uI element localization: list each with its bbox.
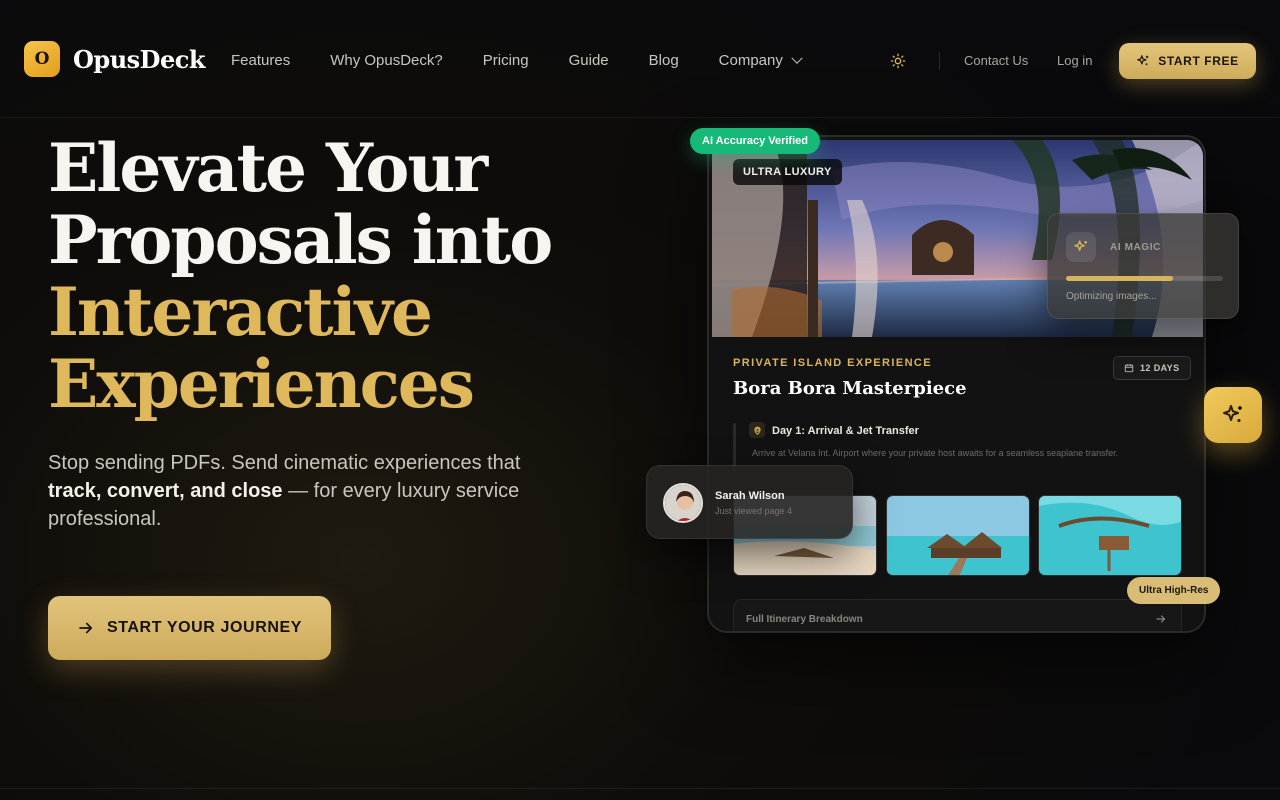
sparkle-icon xyxy=(1223,405,1242,422)
gallery-thumb-bungalow[interactable] xyxy=(886,495,1030,576)
location-pin-icon xyxy=(753,426,761,435)
viewer-status: Just viewed page 4 xyxy=(715,506,793,516)
nav-pricing-label: Pricing xyxy=(482,52,529,69)
day-title: Day 1: Arrival & Jet Transfer xyxy=(772,425,919,437)
site-header: O OpusDeck Features Why OpusDeck? Pricin… xyxy=(0,0,1280,118)
ultra-high-res-badge: Ultra High-Res xyxy=(1127,577,1221,604)
viewer-name: Sarah Wilson xyxy=(715,490,785,502)
header-divider xyxy=(939,52,940,70)
gallery-thumb-lagoon[interactable] xyxy=(1038,495,1182,576)
sun-icon xyxy=(890,53,906,69)
nav-pricing[interactable]: Pricing xyxy=(483,52,529,69)
ai-status: Optimizing images... xyxy=(1066,291,1157,302)
viewer-activity-card: Sarah Wilson Just viewed page 4 xyxy=(646,465,853,539)
ai-icon-container xyxy=(1066,232,1096,262)
theme-toggle-button[interactable] xyxy=(886,49,910,73)
sparkle-icon xyxy=(1137,55,1149,66)
bungalow-image xyxy=(887,496,1029,575)
nav-blog[interactable]: Blog xyxy=(649,52,679,69)
itinerary-breakdown-button[interactable]: Full Itinerary Breakdown xyxy=(733,599,1182,631)
login-link[interactable]: Log in xyxy=(1057,53,1092,68)
ai-sparkle-button[interactable] xyxy=(1204,387,1262,443)
ai-magic-card: AI MAGIC Optimizing images... xyxy=(1047,213,1239,319)
experience-eyebrow: PRIVATE ISLAND EXPERIENCE xyxy=(733,357,933,369)
nav-company-dropdown[interactable]: Company xyxy=(718,52,803,69)
section-divider xyxy=(0,788,1280,789)
user-avatar-image xyxy=(665,485,701,521)
ai-magic-label: AI MAGIC xyxy=(1110,242,1161,253)
ai-progress-track xyxy=(1066,276,1223,281)
ultra-luxury-badge: ULTRA LUXURY xyxy=(733,159,842,185)
main-nav: Features Why OpusDeck? Pricing Guide Blo… xyxy=(231,52,803,69)
start-journey-label: START YOUR JOURNEY xyxy=(106,619,303,636)
ai-accuracy-badge: AI Accuracy Verified xyxy=(690,128,820,154)
chevron-down-icon xyxy=(791,52,803,64)
itinerary-label: Full Itinerary Breakdown xyxy=(746,614,863,625)
start-free-button[interactable]: START FREE xyxy=(1119,43,1256,79)
duration-label: 12 DAYS xyxy=(1140,363,1180,373)
nav-features-label: Features xyxy=(231,52,291,69)
nav-company-label: Company xyxy=(718,52,783,69)
nav-blog-label: Blog xyxy=(648,52,679,69)
hero-title-line-4: Experiences xyxy=(48,345,475,423)
brand-name: OpusDeck xyxy=(73,44,205,74)
hero-title-line-1: Elevate Your xyxy=(48,129,488,207)
contact-link[interactable]: Contact Us xyxy=(964,53,1028,68)
calendar-icon xyxy=(1124,364,1134,373)
hero-subtitle: Stop sending PDFs. Send cinematic experi… xyxy=(48,449,568,533)
proposal-preview-device: ULTRA LUXURY PRIVATE ISLAND EXPERIENCE B… xyxy=(707,135,1206,633)
start-free-label: START FREE xyxy=(1158,54,1239,68)
hero-sub-intro: Stop sending PDFs. Send cinematic experi… xyxy=(48,452,521,474)
duration-chip: 12 DAYS xyxy=(1113,356,1191,380)
lagoon-aerial-image xyxy=(1039,496,1181,575)
nav-features[interactable]: Features xyxy=(231,52,290,69)
hero-sub-bold: track, convert, and close xyxy=(48,480,283,502)
hero-title-line-2: Proposals into xyxy=(48,201,553,279)
hero-title: Elevate Your Proposals into Interactive … xyxy=(48,132,648,420)
day-marker xyxy=(749,422,765,438)
nav-why-label: Why OpusDeck? xyxy=(330,52,443,69)
day-description: Arrive at Velana Int. Airport where your… xyxy=(752,448,1119,458)
nav-guide[interactable]: Guide xyxy=(569,52,609,69)
nav-guide-label: Guide xyxy=(568,52,609,69)
nav-why-opusdeck[interactable]: Why OpusDeck? xyxy=(330,52,443,69)
proposal-title: Bora Bora Masterpiece xyxy=(733,378,967,399)
arrow-right-icon xyxy=(79,622,93,634)
logo-mark: O xyxy=(24,41,60,77)
hero-title-line-3: Interactive xyxy=(48,273,433,351)
avatar xyxy=(663,483,703,523)
arrow-right-icon xyxy=(1156,615,1166,623)
sparkle-icon xyxy=(1074,240,1087,251)
start-journey-button[interactable]: START YOUR JOURNEY xyxy=(48,596,331,660)
brand-logo[interactable]: O OpusDeck xyxy=(24,41,205,77)
ai-progress-fill xyxy=(1066,276,1173,281)
